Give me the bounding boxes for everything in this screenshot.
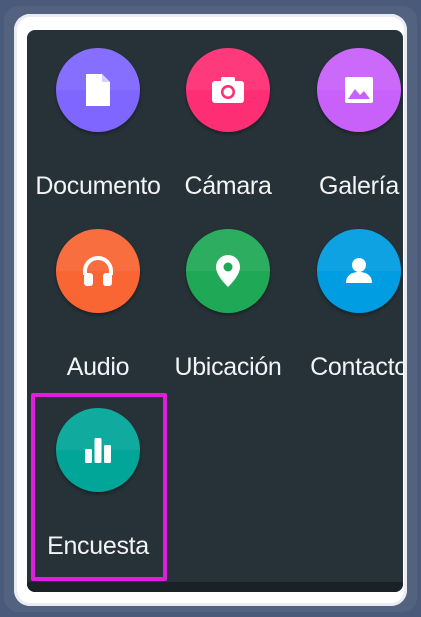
attach-camera-button[interactable]: Cámara — [158, 48, 298, 200]
attach-document-button[interactable]: Documento — [28, 48, 168, 200]
attach-contact-button[interactable]: Contacto — [289, 229, 403, 381]
gallery-icon — [317, 48, 401, 132]
attach-gallery-label: Galería — [319, 172, 399, 200]
attach-contact-label: Contacto — [310, 353, 403, 381]
camera-icon — [186, 48, 270, 132]
document-icon — [56, 48, 140, 132]
headphones-icon — [56, 229, 140, 313]
attach-location-button[interactable]: Ubicación — [158, 229, 298, 381]
contact-icon — [317, 229, 401, 313]
attach-poll-button[interactable]: Encuesta — [28, 408, 168, 560]
panel-bottom-edge — [27, 582, 403, 592]
attach-poll-label: Encuesta — [47, 532, 149, 560]
attach-audio-button[interactable]: Audio — [28, 229, 168, 381]
poll-icon — [56, 408, 140, 492]
attachment-menu: Documento Cámara Galería Audio Ubicación… — [27, 30, 403, 592]
location-pin-icon — [186, 229, 270, 313]
attach-gallery-button[interactable]: Galería — [289, 48, 403, 200]
